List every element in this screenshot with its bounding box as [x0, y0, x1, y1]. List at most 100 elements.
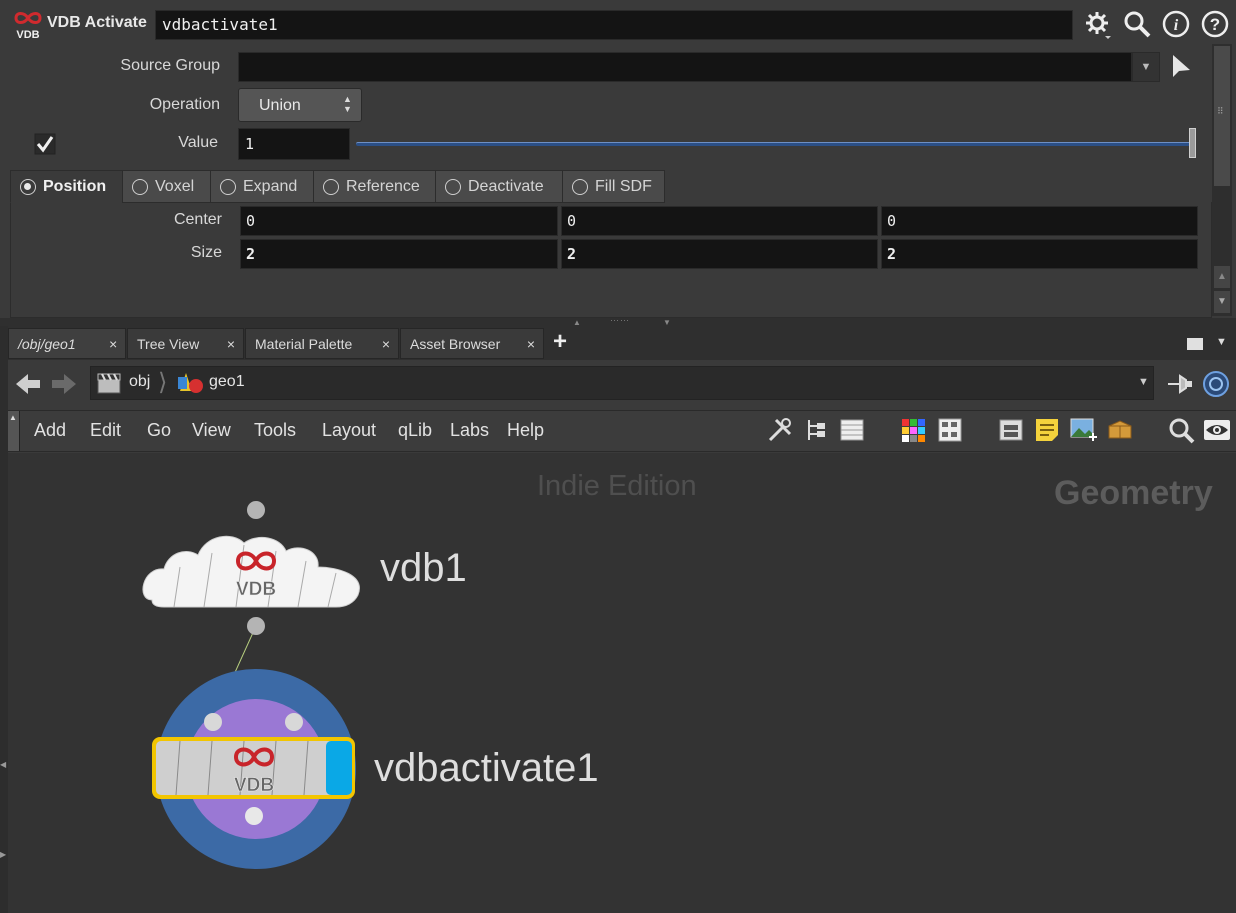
tab-label: Asset Browser [410, 335, 501, 352]
grip-icon: ⋯⋯ [610, 315, 630, 325]
vdb-node-icon: VDB [14, 12, 42, 40]
source-group-dropdown-button[interactable]: ▼ [1132, 52, 1160, 82]
menu-help[interactable]: Help [507, 420, 544, 441]
source-group-label: Source Group [120, 57, 220, 74]
color-palette-icon[interactable] [899, 416, 927, 444]
forward-arrow-icon[interactable] [50, 372, 78, 396]
tab-label: Fill SDF [595, 177, 652, 195]
menu-go[interactable]: Go [147, 420, 171, 441]
add-tab-icon[interactable]: + [553, 328, 567, 356]
center-y-field[interactable]: 0 [561, 206, 878, 236]
tab-voxel[interactable]: Voxel [122, 170, 211, 203]
pane-menu-icon[interactable]: ▼ [1216, 336, 1227, 348]
package-icon[interactable] [1106, 416, 1134, 444]
tab-position[interactable]: Position [10, 170, 123, 203]
tab-label: Deactivate [468, 177, 544, 195]
list-view-icon[interactable] [838, 416, 866, 444]
value-slider-track[interactable] [356, 142, 1196, 146]
display-flag [326, 741, 352, 795]
tab-tree-view[interactable]: Tree View × [127, 328, 244, 359]
value-slider-handle[interactable] [1189, 128, 1196, 158]
tab-label: Material Palette [255, 335, 353, 352]
close-icon[interactable]: × [527, 336, 535, 352]
node-vdb1[interactable]: VDB [142, 501, 360, 635]
radio-icon [572, 178, 588, 195]
menu-qlib[interactable]: qLib [398, 420, 432, 441]
param-scrollbar[interactable]: ⠿ ▲ ▼ [1212, 44, 1232, 316]
network-box-icon[interactable] [997, 416, 1025, 444]
pane-divider[interactable]: ▲ ⋯⋯ ▼ [0, 315, 1236, 327]
eye-icon[interactable] [1203, 416, 1231, 444]
center-z-field[interactable]: 0 [881, 206, 1198, 236]
size-y-field[interactable]: 2 [561, 239, 878, 269]
svg-text:i: i [1174, 17, 1179, 34]
side-expand-icon[interactable]: ▶ [0, 850, 6, 859]
node-label-vdb1: vdb1 [380, 546, 467, 590]
info-icon[interactable]: i [1161, 9, 1191, 39]
close-icon[interactable]: × [109, 336, 117, 352]
back-arrow-icon[interactable] [14, 372, 42, 396]
sticky-note-icon[interactable] [1033, 416, 1061, 444]
close-icon[interactable]: × [382, 336, 390, 352]
input-connector-1 [204, 713, 222, 731]
shape-palette-icon[interactable] [936, 416, 964, 444]
side-collapse-icon[interactable]: ◀ [0, 760, 6, 769]
path-segment-geo1[interactable]: geo1 [209, 373, 245, 391]
tab-label: /obj/geo1 [18, 335, 76, 352]
menu-tools[interactable]: Tools [254, 420, 296, 441]
output-connector [245, 807, 263, 825]
node-vdbactivate1[interactable]: VDB [152, 669, 356, 869]
center-label: Center [173, 211, 222, 228]
node-type-label: VDB Activate [47, 14, 147, 31]
size-z-field[interactable]: 2 [881, 239, 1198, 269]
operation-select[interactable]: Union ▲ ▼ [238, 88, 362, 122]
radio-icon [20, 178, 36, 195]
search-icon[interactable] [1122, 9, 1152, 39]
size-x-field[interactable]: 2 [240, 239, 558, 269]
tab-label: Expand [243, 177, 298, 195]
context-watermark: Geometry [1054, 474, 1213, 512]
tab-fill-sdf[interactable]: Fill SDF [562, 170, 665, 203]
menu-view[interactable]: View [192, 420, 231, 441]
help-icon[interactable]: ? [1200, 9, 1230, 39]
toolbar-collapse-handle[interactable]: ▲ [8, 411, 20, 451]
maximize-pane-icon[interactable] [1187, 338, 1203, 350]
menu-add[interactable]: Add [34, 420, 66, 441]
scroll-down-button[interactable]: ▼ [1214, 291, 1230, 313]
source-group-input[interactable] [238, 52, 1132, 82]
menu-layout[interactable]: Layout [322, 420, 376, 441]
menu-edit[interactable]: Edit [90, 420, 121, 441]
node-name-field[interactable]: vdbactivate1 [155, 10, 1073, 40]
background-image-icon[interactable] [1069, 416, 1097, 444]
menu-labs[interactable]: Labs [450, 420, 489, 441]
find-icon[interactable] [1167, 416, 1195, 444]
svg-text:VDB: VDB [16, 29, 39, 40]
tab-material-palette[interactable]: Material Palette × [245, 328, 399, 359]
scroll-up-button[interactable]: ▲ [1214, 266, 1230, 288]
path-segment-obj[interactable]: obj [129, 373, 150, 391]
tab-obj-geo1[interactable]: /obj/geo1 × [8, 328, 126, 359]
gear-icon[interactable] [1082, 9, 1112, 39]
tree-layout-icon[interactable] [803, 416, 831, 444]
pointer-icon[interactable] [1168, 52, 1194, 80]
center-x-field[interactable]: 0 [240, 206, 558, 236]
value-input[interactable]: 1 [238, 128, 350, 160]
close-icon[interactable]: × [227, 336, 235, 352]
input-connector-2 [285, 713, 303, 731]
tab-label: Position [43, 177, 107, 195]
radio-icon [220, 178, 236, 195]
tools-icon[interactable] [766, 416, 794, 444]
tab-asset-browser[interactable]: Asset Browser × [400, 328, 544, 359]
pin-icon[interactable] [1166, 372, 1194, 396]
value-label: Value [178, 134, 218, 151]
path-field[interactable] [90, 366, 1154, 400]
tab-deactivate[interactable]: Deactivate [435, 170, 563, 203]
radio-icon [323, 178, 339, 195]
radio-icon [445, 178, 461, 195]
network-icon[interactable] [1202, 370, 1230, 398]
tab-reference[interactable]: Reference [313, 170, 436, 203]
scrollbar-thumb[interactable] [1214, 46, 1230, 186]
tab-expand[interactable]: Expand [210, 170, 314, 203]
clapperboard-icon [97, 373, 121, 394]
path-dropdown-icon[interactable]: ▼ [1138, 376, 1149, 388]
